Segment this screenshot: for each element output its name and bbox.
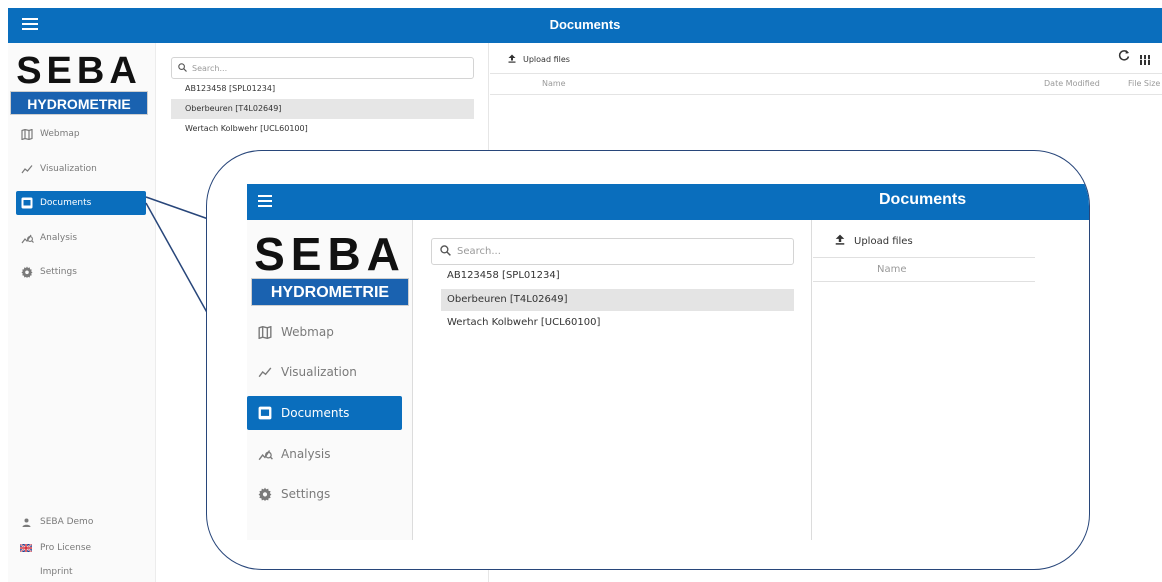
sidebar-item-label: Webmap (281, 325, 334, 339)
search-placeholder: Search... (457, 246, 501, 257)
list-item[interactable]: AB123458 [SPL01234] (441, 265, 794, 287)
analysis-icon (257, 446, 273, 462)
divider (813, 257, 1035, 258)
sidebar-item-analysis[interactable]: Analysis (247, 438, 402, 470)
zoom-sidebar: SEBA HYDROMETRIE Webmap Visualization Do… (247, 220, 413, 540)
upload-label: Upload files (854, 235, 913, 247)
hamburger-menu-icon[interactable] (258, 195, 272, 209)
logo-seba-text: SEBA (254, 228, 406, 280)
zoom-station-list-panel: Search... AB123458 [SPL01234] Oberbeuren… (413, 220, 812, 540)
divider (813, 281, 1035, 282)
zoom-top-bar: Documents (247, 184, 1089, 220)
logo-hydrometrie-text: HYDROMETRIE (251, 278, 409, 306)
search-icon (440, 244, 451, 259)
sidebar-item-label: Analysis (281, 447, 331, 461)
sidebar-item-visualization[interactable]: Visualization (247, 356, 402, 388)
map-icon (257, 324, 273, 340)
sidebar-item-label: Visualization (281, 365, 357, 379)
list-item[interactable]: Wertach Kolbwehr [UCL60100] (441, 312, 794, 334)
zoom-page-title: Documents (879, 191, 967, 208)
column-header-name[interactable]: Name (877, 264, 907, 275)
sidebar-item-label: Settings (281, 487, 331, 501)
sidebar-item-webmap[interactable]: Webmap (247, 316, 402, 348)
station-search-input[interactable]: Search... (431, 238, 794, 265)
gear-icon (257, 486, 273, 502)
upload-icon (835, 234, 845, 248)
sidebar-item-settings[interactable]: Settings (247, 478, 402, 510)
zoom-callout: Documents SEBA HYDROMETRIE Webmap Visual… (206, 150, 1090, 570)
seba-logo: SEBA HYDROMETRIE (251, 228, 409, 308)
list-item-selected[interactable]: Oberbeuren [T4L02649] (441, 289, 794, 311)
upload-files-button[interactable]: Upload files (835, 234, 913, 248)
sidebar-item-documents[interactable]: Documents (247, 396, 402, 430)
zoom-documents-panel: Upload files Name (813, 220, 1053, 540)
app-root: Documents SEBA HYDROMETRIE Webmap Visual… (0, 0, 1162, 582)
line-chart-icon (257, 364, 273, 380)
documents-icon (257, 405, 273, 421)
sidebar-item-label: Documents (281, 406, 350, 420)
